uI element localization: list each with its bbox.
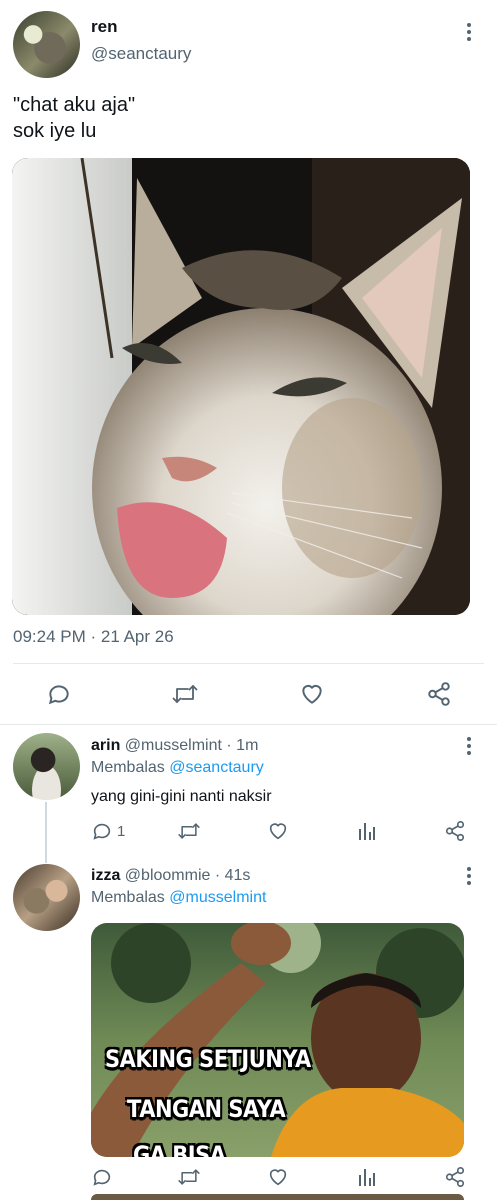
reply-text: yang gini-gini nanti naksir xyxy=(91,788,272,805)
divider xyxy=(0,724,497,725)
more-options-icon[interactable] xyxy=(459,20,479,44)
tweet-text: "chat aku aja" sok iye lu xyxy=(13,94,136,142)
share-icon[interactable] xyxy=(444,1166,466,1188)
thread-connector-line xyxy=(45,802,47,863)
reply-icon xyxy=(93,823,111,840)
reply-icon[interactable] xyxy=(46,681,72,707)
reply-handle-time[interactable]: @musselmint · 1m xyxy=(125,737,259,754)
reply-icon[interactable] xyxy=(91,1166,113,1188)
reply-author-name[interactable]: arin xyxy=(91,737,120,754)
retweet-icon[interactable] xyxy=(177,1166,201,1188)
next-media-peek xyxy=(91,1194,464,1200)
meme-caption-line: GA BISA xyxy=(133,1141,226,1157)
tweet-photo[interactable] xyxy=(12,158,470,615)
reply-author-name[interactable]: izza xyxy=(91,867,120,884)
share-icon[interactable] xyxy=(444,820,466,842)
reply-action[interactable]: 1 xyxy=(91,820,125,842)
author-avatar[interactable] xyxy=(13,11,80,78)
views-icon[interactable] xyxy=(357,1166,377,1188)
reply-count: 1 xyxy=(117,822,126,840)
like-icon[interactable] xyxy=(267,820,289,842)
more-options-icon[interactable] xyxy=(459,734,479,758)
meme-caption-line: SAKING SETJUNYA xyxy=(105,1045,311,1073)
views-icon[interactable] xyxy=(357,820,377,842)
like-icon[interactable] xyxy=(299,681,325,707)
like-icon[interactable] xyxy=(267,1166,289,1188)
more-options-icon[interactable] xyxy=(459,864,479,888)
retweet-icon[interactable] xyxy=(177,820,201,842)
author-name[interactable]: ren xyxy=(91,17,117,37)
replying-to-mention[interactable]: @seanctaury xyxy=(169,759,264,776)
share-icon[interactable] xyxy=(426,681,452,707)
reply-handle-time[interactable]: @bloommie · 41s xyxy=(125,867,251,884)
retweet-icon[interactable] xyxy=(171,681,199,707)
replying-to-mention[interactable]: @musselmint xyxy=(169,889,266,906)
reply-author-avatar[interactable] xyxy=(13,733,80,800)
replying-to-prefix: Membalas xyxy=(91,759,165,776)
reply-header: arin @musselmint · 1m xyxy=(91,737,258,755)
reply-author-avatar[interactable] xyxy=(13,864,80,931)
divider xyxy=(13,663,484,664)
reply-header: izza @bloommie · 41s xyxy=(91,867,250,885)
replying-to-line: Membalas @seanctaury xyxy=(91,759,264,777)
replying-to-prefix: Membalas xyxy=(91,889,165,906)
meme-caption-line: TANGAN SAYA xyxy=(127,1095,286,1123)
cat-photo-image xyxy=(12,158,470,615)
reply-photo[interactable]: SAKING SETJUNYA TANGAN SAYA GA BISA xyxy=(91,923,464,1157)
author-handle[interactable]: @seanctaury xyxy=(91,44,191,64)
tweet-timestamp[interactable]: 09:24 PM · 21 Apr 26 xyxy=(13,627,174,647)
replying-to-line: Membalas @musselmint xyxy=(91,889,266,907)
